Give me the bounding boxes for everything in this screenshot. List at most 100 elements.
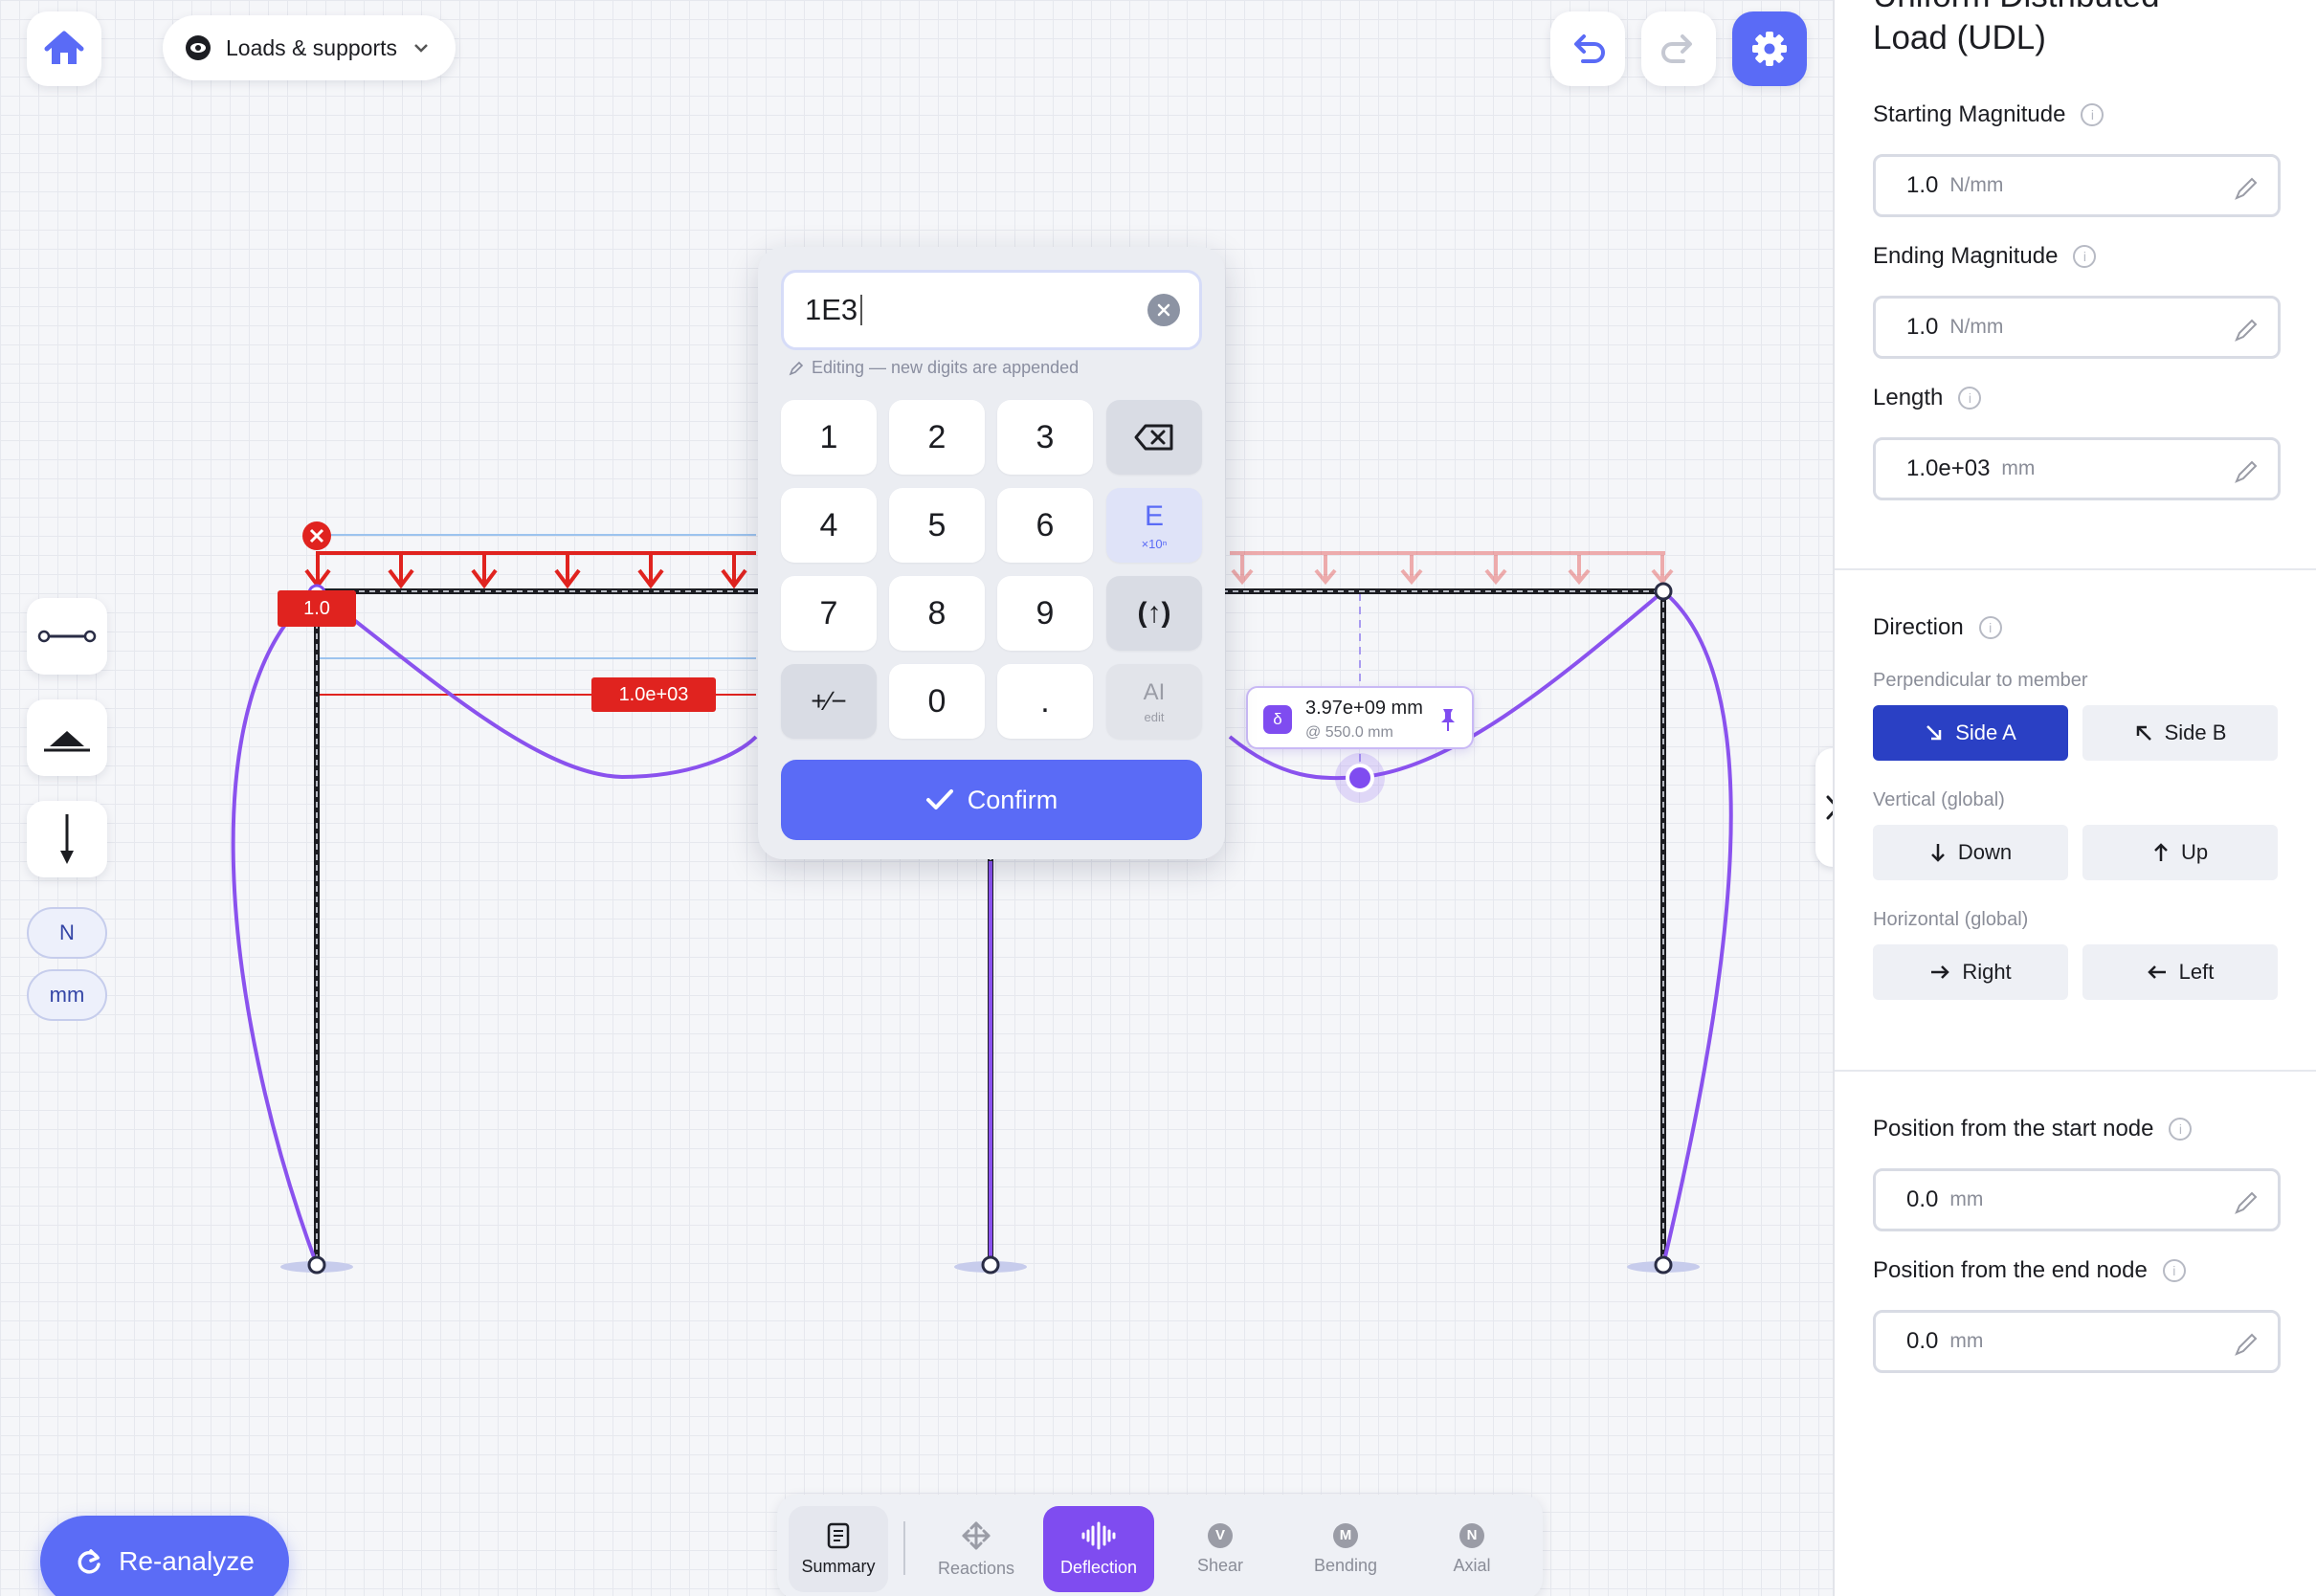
support-icon	[44, 731, 90, 752]
member-tool-button[interactable]	[27, 598, 107, 675]
pin-icon[interactable]	[1439, 707, 1457, 732]
backspace-key[interactable]	[1106, 400, 1202, 475]
key-3[interactable]: 3	[997, 400, 1093, 475]
pencil-icon[interactable]	[2234, 318, 2259, 343]
key-7[interactable]: 7	[781, 576, 877, 651]
arrow-down-icon	[1930, 844, 1945, 862]
position-start-label: Position from the start node i	[1873, 1116, 2193, 1142]
deflection-position: @ 550.0 mm	[1305, 724, 1393, 741]
direction-label-text: Direction	[1873, 614, 1964, 640]
position-end-field[interactable]: 0.0 mm	[1873, 1310, 2281, 1373]
pencil-icon[interactable]	[2234, 1332, 2259, 1357]
document-icon	[827, 1522, 850, 1548]
length-label: Length i	[1873, 385, 1982, 411]
starting-magnitude-label: Starting Magnitude i	[1873, 101, 2104, 128]
clear-input-button[interactable]	[1147, 294, 1180, 326]
numeric-keypad: 1E3 Editing — new digits are appended 1 …	[758, 247, 1225, 859]
right-button[interactable]: Right	[1873, 944, 2068, 1000]
position-start-field[interactable]: 0.0 mm	[1873, 1168, 2281, 1231]
canvas[interactable]: 1.0 1.0e+03 δ 3.97e+09 mm @ 550.0 mm Loa…	[0, 0, 1833, 1596]
ending-magnitude-value: 1.0	[1906, 314, 1939, 340]
close-icon	[1157, 303, 1170, 317]
pencil-icon[interactable]	[2234, 1190, 2259, 1215]
pencil-icon[interactable]	[2234, 459, 2259, 484]
key-4[interactable]: 4	[781, 488, 877, 563]
starting-magnitude-field[interactable]: 1.0 N/mm	[1873, 154, 2281, 217]
exponent-key[interactable]: E ×10ⁿ	[1106, 488, 1202, 563]
side-b-label: Side B	[2164, 720, 2227, 744]
tab-summary[interactable]: Summary	[789, 1506, 888, 1592]
info-icon[interactable]: i	[1978, 616, 2002, 639]
down-label: Down	[1957, 840, 2013, 864]
info-icon[interactable]: i	[2073, 245, 2097, 268]
length-unit-chip[interactable]: mm	[27, 969, 107, 1021]
position-end-label-text: Position from the end node	[1873, 1257, 2148, 1283]
deflection-point[interactable]	[1346, 764, 1374, 792]
home-button[interactable]	[27, 11, 101, 86]
info-icon[interactable]: i	[1958, 387, 1982, 410]
pencil-icon[interactable]	[2234, 176, 2259, 201]
udl-load-selected[interactable]	[304, 551, 756, 589]
move-arrows-icon	[962, 1521, 991, 1549]
chevron-down-icon	[414, 44, 428, 53]
panel-toggle-button[interactable]	[1815, 748, 1833, 867]
keypad-display[interactable]: 1E3	[781, 270, 1202, 350]
key-0[interactable]: 0	[889, 664, 985, 739]
parenthesis-key[interactable]: (↑)	[1106, 576, 1202, 651]
support-tool-button[interactable]	[27, 699, 107, 776]
info-icon[interactable]: i	[2081, 103, 2104, 126]
tab-deflection[interactable]: Deflection	[1043, 1506, 1154, 1592]
down-button[interactable]: Down	[1873, 825, 2068, 880]
load-tool-button[interactable]	[27, 801, 107, 877]
undo-button[interactable]	[1550, 11, 1625, 86]
ending-magnitude-label: Ending Magnitude i	[1873, 243, 2097, 270]
key-6[interactable]: 6	[997, 488, 1093, 563]
ending-magnitude-label-text: Ending Magnitude	[1873, 243, 2059, 269]
supports[interactable]	[280, 1255, 1700, 1275]
length-field[interactable]: 1.0e+03 mm	[1873, 437, 2281, 500]
side-b-button[interactable]: Side B	[2082, 705, 2278, 761]
key-9[interactable]: 9	[997, 576, 1093, 651]
key-1[interactable]: 1	[781, 400, 877, 475]
chevron-right-icon	[1826, 795, 1833, 820]
delete-load-icon[interactable]	[302, 521, 331, 550]
starting-magnitude-value: 1.0	[1906, 172, 1939, 198]
tab-axial[interactable]: N Axial	[1416, 1506, 1527, 1592]
left-button[interactable]: Left	[2082, 944, 2278, 1000]
tab-shear-label: Shear	[1196, 1555, 1244, 1575]
ending-magnitude-field[interactable]: 1.0 N/mm	[1873, 296, 2281, 359]
position-start-unit: mm	[1949, 1188, 1984, 1210]
side-a-button[interactable]: Side A	[1873, 705, 2068, 761]
key-2[interactable]: 2	[889, 400, 985, 475]
member-icon	[37, 630, 97, 643]
reanalyze-button[interactable]: Re-analyze	[40, 1516, 289, 1596]
confirm-button[interactable]: Confirm	[781, 760, 1202, 840]
info-icon[interactable]: i	[2169, 1118, 2193, 1141]
redo-button[interactable]	[1641, 11, 1716, 86]
length-value-tag[interactable]: 1.0e+03	[591, 677, 716, 712]
load-value-tag[interactable]: 1.0	[278, 590, 356, 627]
settings-button[interactable]	[1732, 11, 1807, 86]
edit-key[interactable]: AI edit	[1106, 664, 1202, 739]
force-unit-chip[interactable]: N	[27, 907, 107, 959]
tab-reactions[interactable]: Reactions	[921, 1506, 1032, 1592]
key-8[interactable]: 8	[889, 576, 985, 651]
tab-bending-label: Bending	[1313, 1555, 1378, 1575]
undo-icon	[1574, 34, 1605, 63]
up-button[interactable]: Up	[2082, 825, 2278, 880]
view-mode-dropdown[interactable]: Loads & supports	[163, 15, 456, 80]
tab-summary-label: Summary	[801, 1556, 876, 1576]
tab-shear[interactable]: V Shear	[1168, 1506, 1273, 1592]
tab-divider	[903, 1521, 905, 1575]
edit-hint: Editing — new digits are appended	[789, 358, 1079, 378]
redo-icon	[1661, 34, 1692, 63]
key-decimal[interactable]: .	[997, 664, 1093, 739]
position-start-value: 0.0	[1906, 1186, 1939, 1212]
arrow-down-icon	[60, 814, 74, 864]
tab-bending[interactable]: M Bending	[1290, 1506, 1401, 1592]
info-icon[interactable]: i	[2162, 1259, 2186, 1282]
arrow-left-icon	[2147, 965, 2166, 979]
key-5[interactable]: 5	[889, 488, 985, 563]
node[interactable]	[1654, 582, 1673, 601]
sign-toggle-key[interactable]: +∕−	[781, 664, 877, 739]
